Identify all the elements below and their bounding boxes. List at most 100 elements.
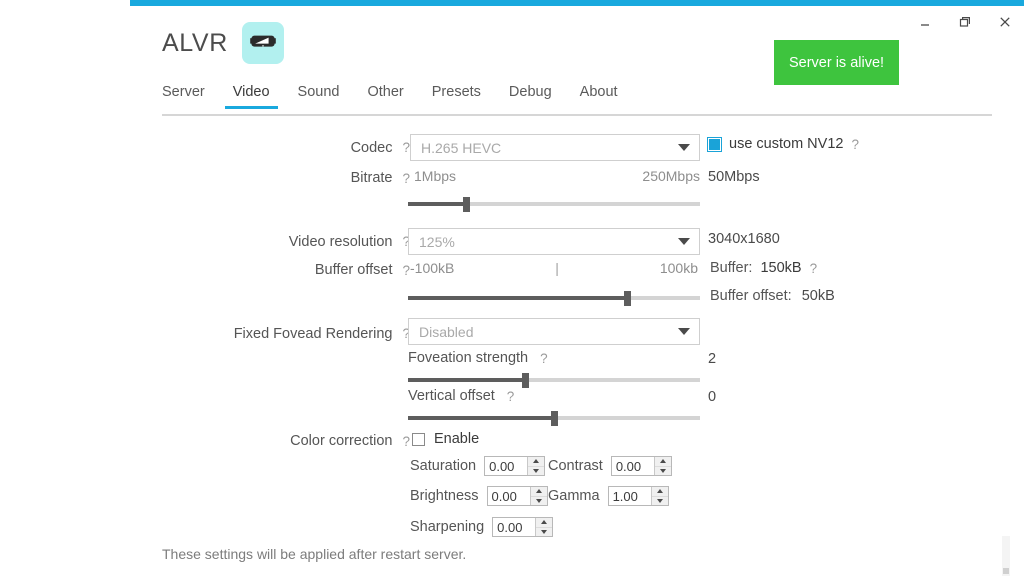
- video-resolution-dropdown[interactable]: 125%: [408, 228, 700, 255]
- tab-sound[interactable]: Sound: [284, 84, 354, 109]
- color-correction-label-group: Color correction ?: [150, 431, 410, 451]
- buffer-offset-value-label: Buffer offset:: [710, 288, 792, 304]
- restart-notice: These settings will be applied after res…: [162, 546, 467, 562]
- tab-video[interactable]: Video: [219, 84, 284, 109]
- tab-presets[interactable]: Presets: [418, 84, 495, 109]
- video-resolution-value: 125%: [419, 233, 455, 250]
- buffer-offset-center-tick: |: [555, 260, 559, 276]
- sharpening-stepper[interactable]: 0.00: [492, 517, 554, 537]
- gamma-stepper[interactable]: 1.00: [607, 486, 669, 506]
- foveation-strength-help-icon[interactable]: ?: [540, 351, 548, 366]
- custom-nv12-checkbox[interactable]: [707, 136, 722, 152]
- bitrate-slider-fill: [408, 202, 467, 206]
- bitrate-help-icon[interactable]: ?: [402, 171, 410, 186]
- caret-down-icon: [533, 468, 540, 473]
- codec-value: H.265 HEVC: [421, 139, 502, 156]
- server-status-button[interactable]: Server is alive!: [774, 40, 899, 85]
- video-resolution-label: Video resolution: [288, 233, 393, 250]
- contrast-stepper[interactable]: 0.00: [610, 456, 672, 476]
- brightness-stepper[interactable]: 0.00: [486, 486, 548, 506]
- buffer-offset-max-label: 100kb: [659, 260, 698, 276]
- vr-headset-icon: [248, 32, 278, 55]
- tab-debug[interactable]: Debug: [495, 84, 566, 109]
- caret-up-icon: [535, 489, 542, 494]
- tab-bar: Server Video Sound Other Presets Debug A…: [162, 84, 632, 109]
- buffer-offset-min-label: -100kB: [410, 260, 455, 276]
- vertical-offset-value: 0: [708, 389, 717, 405]
- contrast-field-group: Contrast 0.00: [548, 456, 672, 476]
- contrast-increment-button[interactable]: [654, 457, 671, 467]
- foveated-rendering-label: Fixed Fovead Rendering: [233, 325, 393, 342]
- close-icon[interactable]: [996, 13, 1014, 31]
- contrast-value[interactable]: 0.00: [611, 457, 654, 475]
- foveation-strength-slider[interactable]: [408, 372, 700, 388]
- brightness-value[interactable]: 0.00: [487, 487, 530, 505]
- vertical-offset-slider[interactable]: [408, 410, 700, 426]
- brightness-stepper-buttons: [529, 487, 547, 506]
- buffer-help-icon[interactable]: ?: [810, 261, 818, 276]
- saturation-stepper[interactable]: 0.00: [484, 456, 546, 476]
- brightness-decrement-button[interactable]: [531, 497, 547, 506]
- restore-icon[interactable]: [956, 13, 974, 31]
- sharpening-decrement-button[interactable]: [536, 528, 552, 537]
- tab-server[interactable]: Server: [162, 84, 219, 109]
- codec-help-icon[interactable]: ?: [402, 140, 410, 155]
- window-accent-bar: [130, 0, 1024, 6]
- bitrate-min-label: 1Mbps: [414, 168, 457, 184]
- bitrate-label: Bitrate: [350, 170, 393, 186]
- tab-other[interactable]: Other: [353, 84, 417, 109]
- foveated-rendering-dropdown[interactable]: Disabled: [408, 318, 700, 345]
- alvr-window: ALVR Server is alive! Server Video Sound…: [130, 0, 1024, 576]
- codec-dropdown[interactable]: H.265 HEVC: [410, 134, 700, 161]
- tab-about[interactable]: About: [566, 84, 632, 109]
- buffer-value: 150kB: [760, 260, 802, 276]
- bitrate-slider-thumb[interactable]: [463, 197, 471, 212]
- gamma-field-group: Gamma 1.00: [548, 486, 669, 506]
- gamma-stepper-buttons: [650, 487, 668, 506]
- page-title: ALVR: [162, 28, 228, 57]
- bitrate-slider[interactable]: [408, 196, 700, 212]
- sharpening-increment-button[interactable]: [536, 518, 553, 528]
- bitrate-max-label: 250Mbps: [642, 168, 700, 184]
- vertical-scrollbar[interactable]: [1002, 536, 1010, 576]
- sharpening-value[interactable]: 0.00: [493, 518, 536, 536]
- caret-up-icon: [533, 459, 540, 464]
- gamma-increment-button[interactable]: [651, 487, 668, 497]
- color-correction-enable-checkbox[interactable]: [412, 432, 425, 446]
- saturation-decrement-button[interactable]: [528, 467, 544, 476]
- vertical-offset-label-group: Vertical offset ?: [408, 388, 514, 404]
- app-logo: [241, 22, 284, 64]
- contrast-decrement-button[interactable]: [655, 467, 671, 476]
- foveated-rendering-value: Disabled: [419, 323, 474, 340]
- tab-divider: [162, 114, 992, 116]
- codec-label: Codec: [350, 139, 393, 156]
- buffer-offset-help-icon[interactable]: ?: [402, 263, 410, 278]
- scrollbar-thumb[interactable]: [1003, 568, 1009, 574]
- buffer-offset-slider[interactable]: [408, 290, 700, 306]
- vertical-offset-help-icon[interactable]: ?: [507, 389, 515, 404]
- caret-down-icon: [541, 529, 548, 534]
- contrast-label: Contrast: [548, 458, 603, 474]
- custom-nv12-label: use custom NV12: [729, 136, 844, 152]
- sharpening-stepper-buttons: [535, 518, 553, 537]
- foveation-strength-slider-thumb[interactable]: [521, 373, 529, 388]
- saturation-value[interactable]: 0.00: [485, 457, 528, 475]
- buffer-offset-slider-fill: [408, 296, 627, 300]
- custom-nv12-group: use custom NV12 ?: [707, 136, 859, 152]
- custom-nv12-help-icon[interactable]: ?: [851, 137, 859, 152]
- chevron-down-icon: [678, 328, 690, 335]
- color-correction-label: Color correction: [290, 433, 393, 449]
- gamma-decrement-button[interactable]: [652, 497, 668, 506]
- vertical-offset-slider-thumb[interactable]: [551, 411, 558, 426]
- gamma-value[interactable]: 1.00: [608, 487, 651, 505]
- buffer-offset-slider-thumb[interactable]: [624, 291, 631, 306]
- vertical-offset-slider-fill: [408, 416, 554, 420]
- saturation-increment-button[interactable]: [528, 457, 545, 467]
- brightness-label: Brightness: [410, 488, 479, 504]
- color-correction-enable-label: Enable: [434, 431, 480, 447]
- caret-down-icon: [535, 498, 542, 503]
- minimize-icon[interactable]: [916, 13, 934, 31]
- color-correction-help-icon[interactable]: ?: [402, 434, 410, 449]
- brightness-increment-button[interactable]: [530, 487, 547, 497]
- vertical-offset-label: Vertical offset: [408, 388, 495, 404]
